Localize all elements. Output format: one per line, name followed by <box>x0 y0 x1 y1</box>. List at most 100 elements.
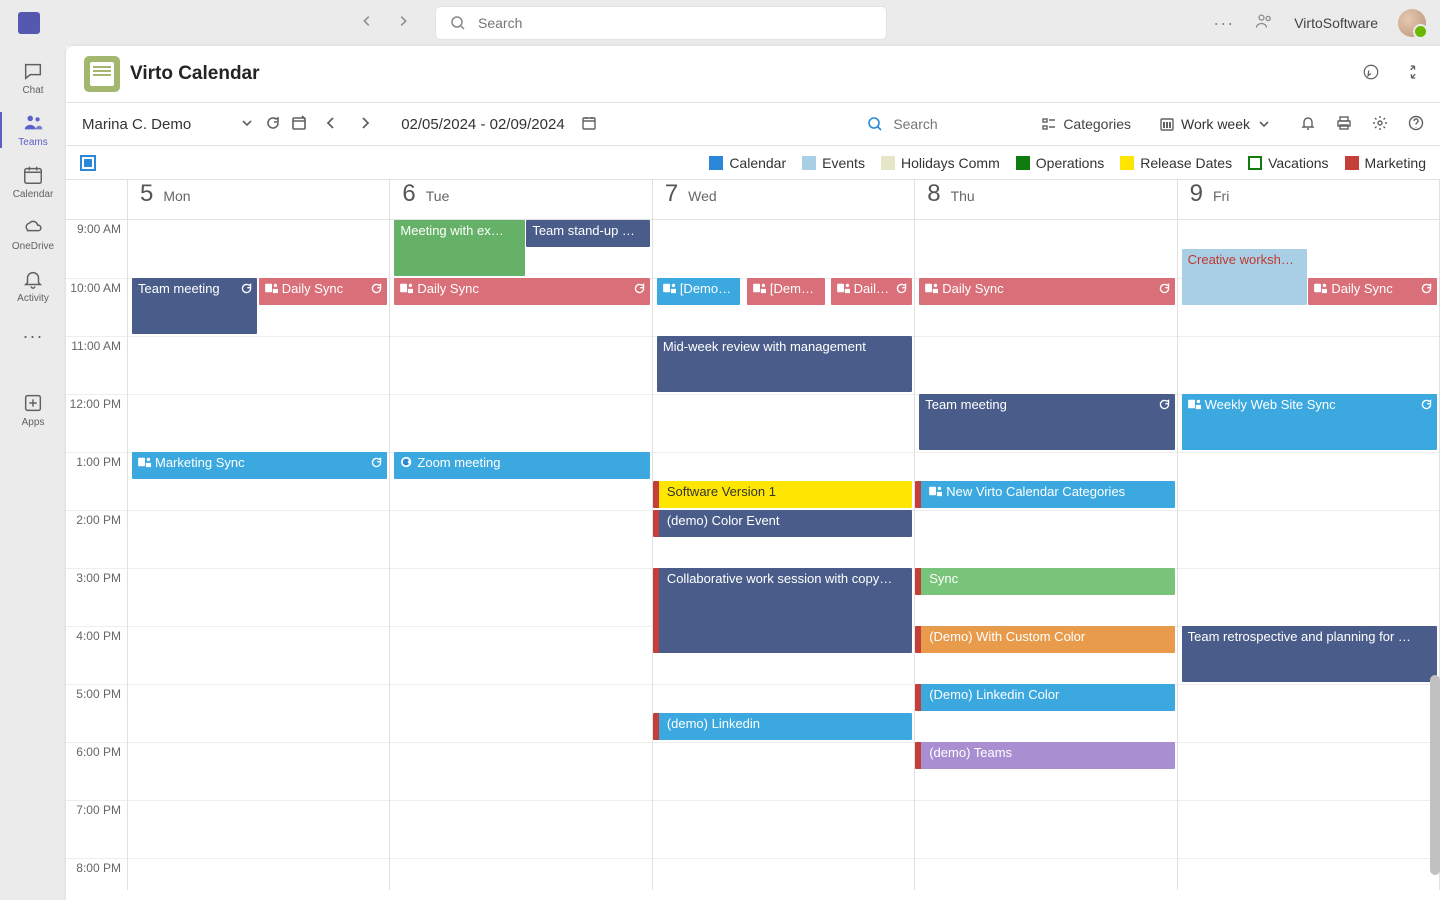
recurring-icon <box>1158 398 1171 411</box>
calendar-selector-name[interactable]: Marina C. Demo <box>82 116 191 133</box>
categories-icon <box>1041 116 1057 132</box>
notifications-icon[interactable] <box>1300 115 1316 134</box>
prev-week-icon[interactable] <box>323 115 339 134</box>
global-search[interactable] <box>436 7 886 39</box>
event-daily-sync[interactable]: Daily Sync <box>394 278 649 305</box>
day-header-wed[interactable]: 7Wed <box>653 180 915 219</box>
people-icon[interactable] <box>1254 11 1274 36</box>
view-mode-button[interactable]: Work week <box>1159 116 1272 132</box>
time-label: 7:00 PM <box>66 800 127 858</box>
legend-vacations[interactable]: Vacations <box>1248 155 1328 171</box>
teams-meeting-icon <box>753 282 767 294</box>
event--demo-linkedin[interactable]: (demo) Linkedin <box>653 713 912 740</box>
teams-meeting-icon <box>400 282 414 294</box>
rail-activity[interactable]: Activity <box>0 260 66 312</box>
global-search-input[interactable] <box>478 15 872 31</box>
legend-calendar[interactable]: Calendar <box>709 155 786 171</box>
event-team-meeting[interactable]: Team meeting <box>132 278 257 334</box>
day-header-tue[interactable]: 6Tue <box>390 180 652 219</box>
categories-button[interactable]: Categories <box>1041 116 1131 132</box>
datepicker-icon[interactable] <box>581 115 597 134</box>
teams-meeting-icon <box>663 282 677 294</box>
legend-row: Calendar Events Holidays Comm Operations Rel… <box>66 146 1440 180</box>
print-icon[interactable] <box>1336 115 1352 134</box>
event-title: Daily Sync <box>282 281 343 296</box>
event-title: Software Version 1 <box>667 484 776 499</box>
event-zoom-meeting[interactable]: Zoom meeting <box>394 452 649 479</box>
legend-events[interactable]: Events <box>802 155 865 171</box>
collapse-icon[interactable] <box>1404 63 1422 86</box>
select-all-checkbox[interactable] <box>80 155 96 171</box>
event-daily-sync[interactable]: Daily Sync <box>259 278 388 305</box>
event-team-meeting[interactable]: Team meeting <box>919 394 1174 450</box>
event-title: Mid-week review with management <box>663 339 866 354</box>
rail-teams[interactable]: Teams <box>0 104 66 156</box>
event-creative-worksh-[interactable]: Creative worksh… <box>1182 249 1307 305</box>
event-team-stand-up-[interactable]: Team stand-up … <box>526 220 649 247</box>
event-sync[interactable]: Sync <box>915 568 1174 595</box>
calendar-body[interactable]: 9:00 AM10:00 AM11:00 AM12:00 PM1:00 PM2:… <box>66 220 1440 890</box>
event--demo-[interactable]: [Demo… <box>657 278 741 305</box>
event-dail-[interactable]: Dail… <box>831 278 913 305</box>
help-icon[interactable] <box>1408 115 1424 134</box>
teams-meeting-icon <box>929 485 943 497</box>
rail-apps[interactable]: Apps <box>0 384 66 436</box>
event-collaborative-work-session-wit[interactable]: Collaborative work session with copy… <box>653 568 912 653</box>
legend-operations[interactable]: Operations <box>1016 155 1104 171</box>
event--demo-linkedin-color[interactable]: (Demo) Linkedin Color <box>915 684 1174 711</box>
legend-marketing[interactable]: Marketing <box>1345 155 1426 171</box>
legend-holidays-comm[interactable]: Holidays Comm <box>881 155 1000 171</box>
event-title: Dail… <box>854 281 889 296</box>
recurring-icon <box>240 282 253 295</box>
calendar-search[interactable] <box>867 116 1013 132</box>
next-week-icon[interactable] <box>357 115 373 134</box>
day-header-thu[interactable]: 8Thu <box>915 180 1177 219</box>
legend-label: Calendar <box>729 155 786 171</box>
recurring-icon <box>370 456 383 469</box>
event--demo-[interactable]: [Demo… <box>747 278 825 305</box>
event-marketing-sync[interactable]: Marketing Sync <box>132 452 387 479</box>
event--demo-with-custom-color[interactable]: (Demo) With Custom Color <box>915 626 1174 653</box>
event-daily-sync[interactable]: Daily Sync <box>919 278 1174 305</box>
more-options-icon[interactable]: ··· <box>1213 13 1234 34</box>
time-label: 2:00 PM <box>66 510 127 568</box>
selector-chevron-icon[interactable] <box>239 115 255 134</box>
rail-calendar[interactable]: Calendar <box>0 156 66 208</box>
event-title: Team stand-up … <box>532 223 635 238</box>
event-mid-week-review-with-managemen[interactable]: Mid-week review with management <box>657 336 912 392</box>
day-number: 9 <box>1190 180 1203 208</box>
day-header-mon[interactable]: 5Mon <box>128 180 390 219</box>
legend-swatch <box>1345 156 1359 170</box>
event--demo-color-event[interactable]: (demo) Color Event <box>653 510 912 537</box>
event--demo-teams[interactable]: (demo) Teams <box>915 742 1174 769</box>
event-title: [Demo… <box>770 281 821 296</box>
recurring-icon <box>1420 398 1433 411</box>
event-weekly-web-site-sync[interactable]: Weekly Web Site Sync <box>1182 394 1437 450</box>
time-label: 6:00 PM <box>66 742 127 800</box>
teams-icon <box>22 112 44 134</box>
search-icon <box>450 15 466 31</box>
recurring-icon <box>370 282 383 295</box>
rail-more[interactable]: ··· <box>23 316 44 356</box>
event-daily-sync[interactable]: Daily Sync <box>1308 278 1437 305</box>
chat-bubble-icon[interactable] <box>1362 63 1380 86</box>
calendar-search-input[interactable] <box>893 116 1013 132</box>
refresh-icon[interactable] <box>265 115 281 134</box>
teams-meeting-icon <box>1188 398 1202 410</box>
event-title: Creative worksh… <box>1188 252 1294 267</box>
day-header-fri[interactable]: 9Fri <box>1178 180 1440 219</box>
event-title: (demo) Teams <box>929 745 1012 760</box>
settings-icon[interactable] <box>1372 115 1388 134</box>
event-meeting-with-ex-[interactable]: Meeting with ex… <box>394 220 525 276</box>
rail-onedrive[interactable]: OneDrive <box>0 208 66 260</box>
user-avatar[interactable] <box>1398 9 1426 37</box>
event-new-virto-calendar-categories[interactable]: New Virto Calendar Categories <box>915 481 1174 508</box>
back-icon[interactable] <box>360 14 374 33</box>
event-team-retrospective-and-plannin[interactable]: Team retrospective and planning for … <box>1182 626 1437 682</box>
rail-chat[interactable]: Chat <box>0 52 66 104</box>
today-icon[interactable] <box>291 115 307 134</box>
legend-release-dates[interactable]: Release Dates <box>1120 155 1232 171</box>
event-software-version-1[interactable]: Software Version 1 <box>653 481 912 508</box>
forward-icon[interactable] <box>396 14 410 33</box>
scrollbar-thumb[interactable] <box>1430 675 1440 875</box>
